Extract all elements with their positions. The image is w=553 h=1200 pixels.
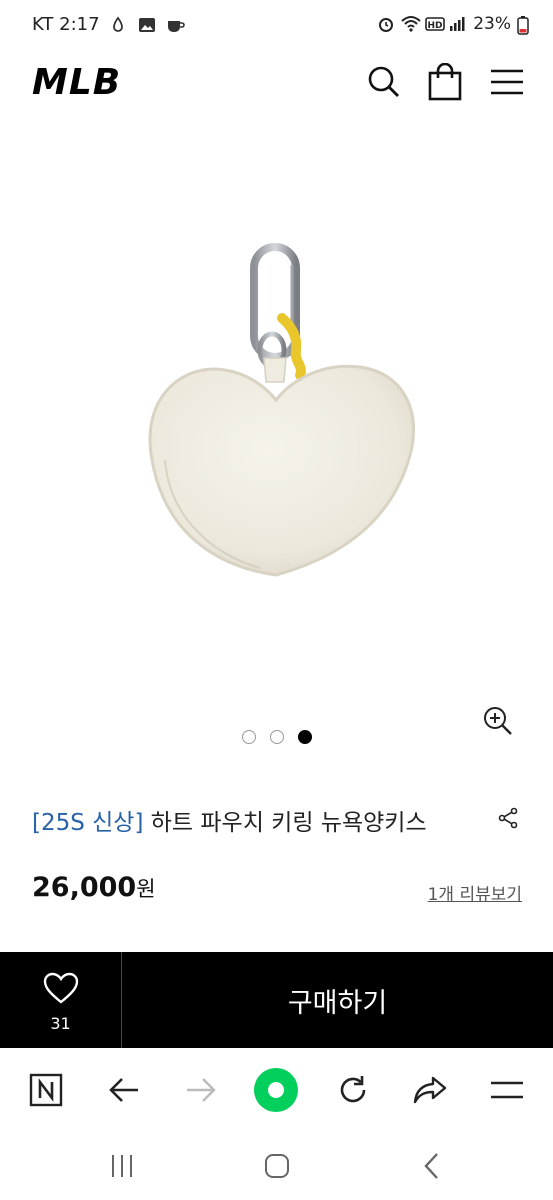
- svg-text:HD: HD: [428, 21, 443, 31]
- gallery-dot[interactable]: [241, 730, 256, 744]
- menu-icon: [491, 1081, 523, 1099]
- review-link[interactable]: 1개 리뷰보기: [428, 880, 522, 905]
- share-icon: [498, 807, 518, 829]
- menu-button[interactable]: [487, 62, 527, 102]
- home-dot-icon: [254, 1068, 298, 1112]
- shopping-bag-icon: [428, 63, 462, 101]
- share-arrow-icon: [413, 1076, 447, 1104]
- back-icon: [424, 1153, 438, 1179]
- product-price: 26,000원: [32, 872, 156, 903]
- gallery-pagination: [0, 730, 553, 744]
- status-bar: KT 2:17 HD 23%: [0, 0, 553, 52]
- wifi-icon: [401, 15, 421, 33]
- signal-icon: [449, 15, 467, 33]
- share-page-button[interactable]: [406, 1066, 454, 1114]
- heart-icon: [43, 972, 79, 1004]
- recent-apps-button[interactable]: [98, 1146, 146, 1186]
- back-button[interactable]: [100, 1066, 148, 1114]
- like-count: 31: [50, 1014, 71, 1033]
- search-icon: [368, 66, 399, 97]
- alarm-icon: [377, 15, 395, 33]
- system-home-button[interactable]: [253, 1146, 301, 1186]
- battery-percent: 23%: [473, 14, 511, 34]
- cup-icon: [166, 16, 185, 34]
- refresh-button[interactable]: [329, 1066, 377, 1114]
- notification-icon: [110, 15, 128, 34]
- home-icon: [265, 1154, 289, 1178]
- forward-arrow-icon: [187, 1078, 216, 1102]
- buy-button[interactable]: 구매하기: [122, 952, 553, 1048]
- forward-button[interactable]: [177, 1066, 225, 1114]
- system-back-button[interactable]: [408, 1146, 456, 1186]
- hd-icon: HD: [425, 15, 446, 33]
- naver-n-icon: [29, 1073, 63, 1107]
- gallery-dot[interactable]: [269, 730, 284, 744]
- product-tag: [25S 신상]: [32, 810, 144, 836]
- cart-button[interactable]: [425, 62, 465, 102]
- product-title-row: [25S 신상] 하트 파우치 키링 뉴욕양키스: [32, 800, 522, 840]
- recent-apps-icon: [112, 1155, 132, 1177]
- browser-menu-button[interactable]: [483, 1066, 531, 1114]
- price-currency: 원: [136, 877, 156, 901]
- product-image[interactable]: [0, 130, 553, 720]
- like-button[interactable]: 31: [0, 952, 122, 1048]
- home-button[interactable]: [252, 1066, 300, 1114]
- purchase-bar: 31 구매하기: [0, 952, 553, 1048]
- mlb-logo[interactable]: MLB: [32, 62, 121, 103]
- price-value: 26,000: [32, 872, 137, 903]
- browser-toolbar: [0, 1048, 553, 1132]
- system-nav-bar: [0, 1132, 553, 1200]
- app-header: MLB: [0, 52, 553, 112]
- share-button[interactable]: [496, 806, 522, 832]
- product-name: 하트 파우치 키링 뉴욕양키스: [143, 810, 427, 836]
- menu-icon: [491, 69, 523, 95]
- carrier-time: KT 2:17: [32, 14, 100, 35]
- search-button[interactable]: [364, 62, 404, 102]
- refresh-icon: [340, 1076, 366, 1103]
- product-title: [25S 신상] 하트 파우치 키링 뉴욕양키스: [32, 803, 427, 837]
- battery-icon: [517, 15, 535, 35]
- gallery-dot-active[interactable]: [297, 730, 312, 744]
- back-arrow-icon: [109, 1078, 138, 1102]
- gallery-icon: [138, 16, 156, 34]
- naver-button[interactable]: [22, 1066, 70, 1114]
